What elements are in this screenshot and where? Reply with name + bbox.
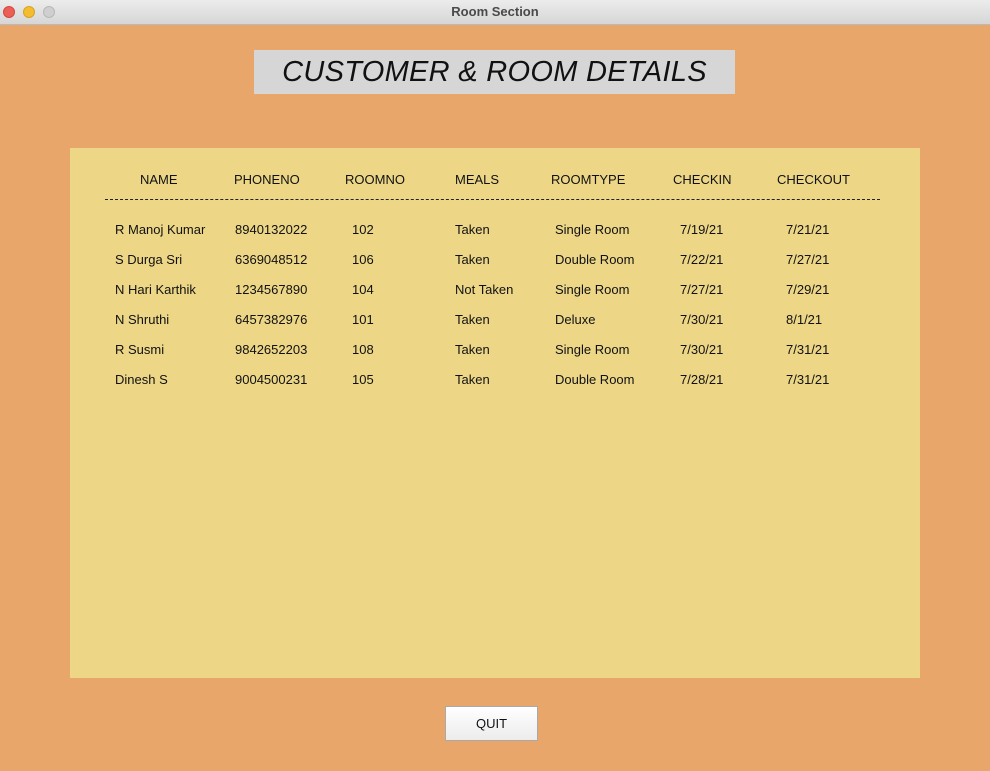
cell-roomno: 106 (352, 252, 374, 267)
cell-phoneno: 9004500231 (235, 372, 308, 387)
column-header-roomno: ROOMNO (345, 172, 405, 187)
cell-roomtype: Deluxe (555, 312, 596, 327)
cell-roomtype: Double Room (555, 252, 635, 267)
cell-checkout: 7/29/21 (786, 282, 830, 297)
cell-roomtype: Single Room (555, 222, 630, 237)
cell-checkin: 7/28/21 (680, 372, 724, 387)
cell-meals: Taken (455, 222, 490, 237)
cell-name: N Shruthi (115, 312, 170, 327)
cell-roomno: 104 (352, 282, 374, 297)
cell-name: S Durga Sri (115, 252, 183, 267)
cell-checkin: 7/30/21 (680, 342, 724, 357)
cell-phoneno: 6457382976 (235, 312, 308, 327)
cell-checkout: 7/31/21 (786, 372, 830, 387)
details-panel: NAME PHONENO ROOMNO MEALS ROOMTYPE CHECK… (70, 148, 920, 678)
cell-roomno: 102 (352, 222, 374, 237)
cell-checkout: 8/1/21 (786, 312, 823, 327)
cell-roomtype: Single Room (555, 342, 630, 357)
cell-name: R Susmi (115, 342, 165, 357)
cell-roomtype: Single Room (555, 282, 630, 297)
cell-checkin: 7/19/21 (680, 222, 724, 237)
column-header-name: NAME (140, 172, 178, 187)
cell-checkout: 7/21/21 (786, 222, 830, 237)
cell-name: R Manoj Kumar (115, 222, 206, 237)
column-header-phoneno: PHONENO (234, 172, 300, 187)
quit-button[interactable]: QUIT (445, 706, 538, 741)
cell-phoneno: 9842652203 (235, 342, 308, 357)
page-heading: CUSTOMER & ROOM DETAILS (282, 55, 707, 88)
cell-meals: Not Taken (455, 282, 514, 297)
cell-meals: Taken (455, 342, 490, 357)
heading-banner: CUSTOMER & ROOM DETAILS (254, 50, 735, 94)
column-header-checkout: CHECKOUT (777, 172, 850, 187)
cell-phoneno: 6369048512 (235, 252, 308, 267)
cell-checkout: 7/31/21 (786, 342, 830, 357)
column-header-roomtype: ROOMTYPE (551, 172, 626, 187)
column-header-meals: MEALS (455, 172, 500, 187)
cell-meals: Taken (455, 312, 490, 327)
cell-roomtype: Double Room (555, 372, 635, 387)
cell-roomno: 108 (352, 342, 374, 357)
title-bar: Room Section (0, 0, 990, 25)
cell-meals: Taken (455, 372, 490, 387)
column-header-checkin: CHECKIN (673, 172, 732, 187)
window-title: Room Section (451, 4, 539, 19)
cell-name: Dinesh S (115, 372, 168, 387)
cell-meals: Taken (455, 252, 490, 267)
cell-checkin: 7/27/21 (680, 282, 724, 297)
cell-checkin: 7/22/21 (680, 252, 724, 267)
cell-phoneno: 1234567890 (235, 282, 308, 297)
cell-roomno: 105 (352, 372, 374, 387)
header-divider (105, 199, 880, 200)
cell-name: N Hari Karthik (115, 282, 196, 297)
cell-phoneno: 8940132022 (235, 222, 308, 237)
cell-checkin: 7/30/21 (680, 312, 724, 327)
cell-roomno: 101 (352, 312, 374, 327)
cell-checkout: 7/27/21 (786, 252, 830, 267)
